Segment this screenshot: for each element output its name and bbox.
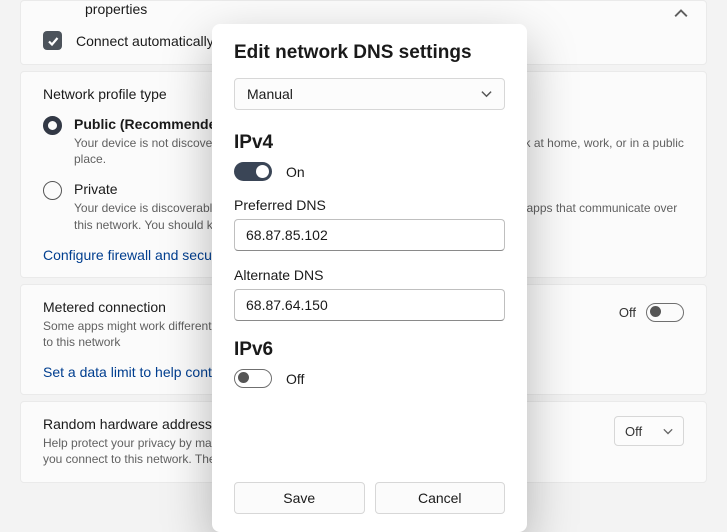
random-hw-select[interactable]: Off (614, 416, 684, 446)
preferred-dns-label: Preferred DNS (234, 197, 505, 213)
properties-label: properties (85, 1, 684, 17)
ipv4-toggle[interactable] (234, 162, 272, 181)
dns-mode-value: Manual (247, 86, 293, 102)
chevron-up-icon (674, 7, 688, 21)
ipv6-state: Off (286, 371, 304, 387)
edit-dns-dialog: Edit network DNS settings Manual IPv4 On… (212, 24, 527, 532)
ipv6-toggle[interactable] (234, 369, 272, 388)
ipv6-heading: IPv6 (234, 339, 505, 361)
radio-private-indicator (43, 181, 62, 200)
metered-off-label: Off (619, 305, 636, 320)
cancel-button[interactable]: Cancel (375, 482, 506, 514)
alternate-dns-label: Alternate DNS (234, 267, 505, 283)
dns-mode-select[interactable]: Manual (234, 78, 505, 110)
alternate-dns-input[interactable] (234, 289, 505, 321)
radio-public-indicator (43, 116, 62, 135)
connect-auto-label: Connect automatically (76, 33, 214, 49)
save-button[interactable]: Save (234, 482, 365, 514)
connect-auto-checkbox[interactable] (43, 31, 62, 50)
metered-toggle[interactable] (646, 303, 684, 322)
random-hw-value: Off (625, 424, 642, 439)
ipv4-state: On (286, 164, 305, 180)
ipv4-heading: IPv4 (234, 132, 505, 154)
chevron-down-icon (481, 86, 492, 102)
preferred-dns-input[interactable] (234, 219, 505, 251)
dialog-title: Edit network DNS settings (234, 42, 505, 64)
